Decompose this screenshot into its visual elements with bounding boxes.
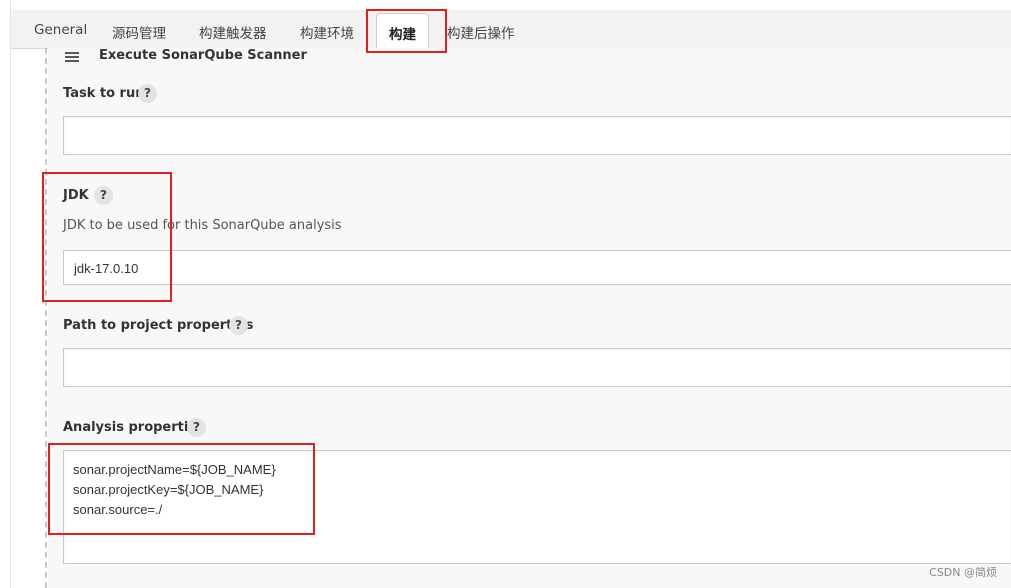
task-to-run-label: Task to run bbox=[63, 86, 145, 101]
tab-build-environment[interactable]: 构建环境 bbox=[300, 22, 354, 42]
path-to-project-properties-help-icon[interactable]: ? bbox=[229, 316, 248, 335]
path-to-project-properties-label: Path to project properties bbox=[63, 318, 254, 333]
build-step-dashed-border bbox=[45, 48, 47, 588]
jdk-select[interactable]: jdk-17.0.10 bbox=[63, 250, 1011, 285]
jdk-highlight bbox=[42, 172, 172, 302]
tab-general[interactable]: General bbox=[34, 22, 87, 38]
analysis-properties-label: Analysis properties bbox=[63, 420, 205, 435]
tab-post-build-actions[interactable]: 构建后操作 bbox=[447, 22, 515, 42]
drag-handle-icon[interactable] bbox=[65, 50, 79, 62]
tab-source-control[interactable]: 源码管理 bbox=[112, 22, 166, 42]
path-to-project-properties-input[interactable] bbox=[63, 348, 1011, 387]
csdn-watermark: CSDN @简烦 bbox=[929, 566, 997, 579]
analysis-properties-highlight bbox=[48, 443, 315, 535]
build-tab-highlight bbox=[366, 9, 447, 53]
left-edge bbox=[0, 0, 11, 588]
analysis-properties-help-icon[interactable]: ? bbox=[187, 418, 206, 437]
config-tab-bar: General 源码管理 构建触发器 构建环境 构建 构建后操作 bbox=[11, 10, 1011, 49]
tab-build-triggers[interactable]: 构建触发器 bbox=[199, 22, 267, 42]
task-to-run-input[interactable] bbox=[63, 116, 1011, 155]
task-to-run-help-icon[interactable]: ? bbox=[138, 84, 157, 103]
build-step-title: Execute SonarQube Scanner bbox=[99, 48, 307, 63]
